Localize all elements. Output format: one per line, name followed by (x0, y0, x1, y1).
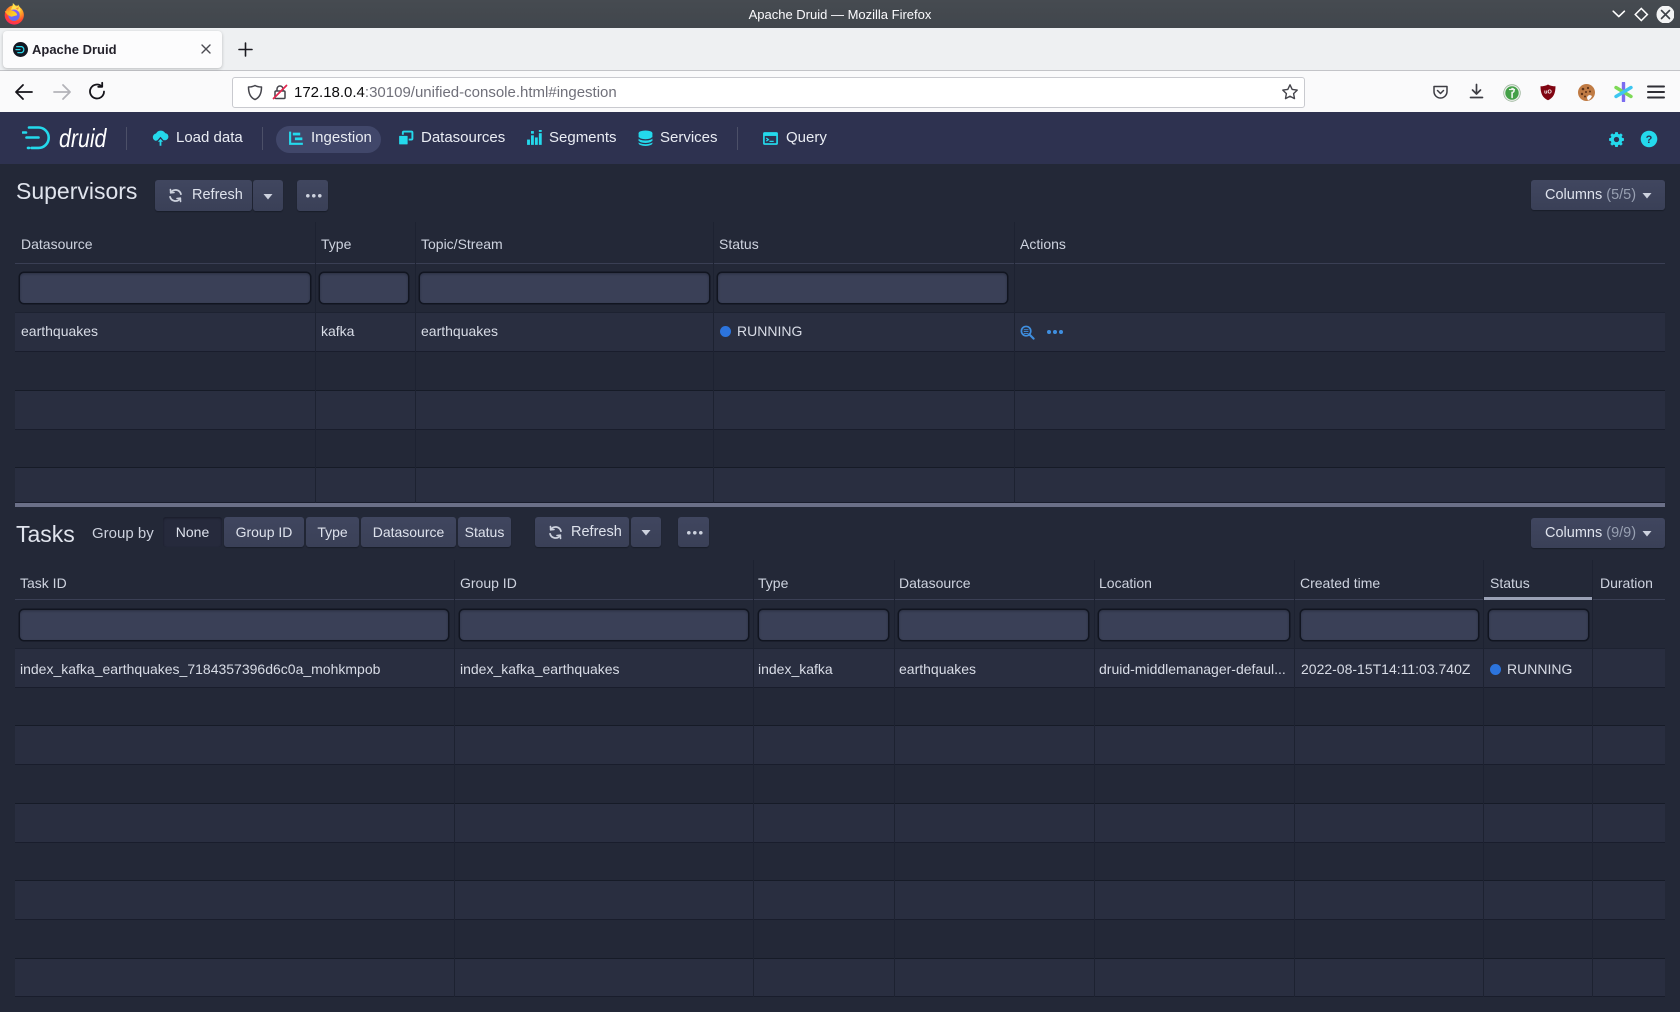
svg-text:uO: uO (1544, 90, 1552, 96)
svg-text:?: ? (1646, 134, 1653, 146)
